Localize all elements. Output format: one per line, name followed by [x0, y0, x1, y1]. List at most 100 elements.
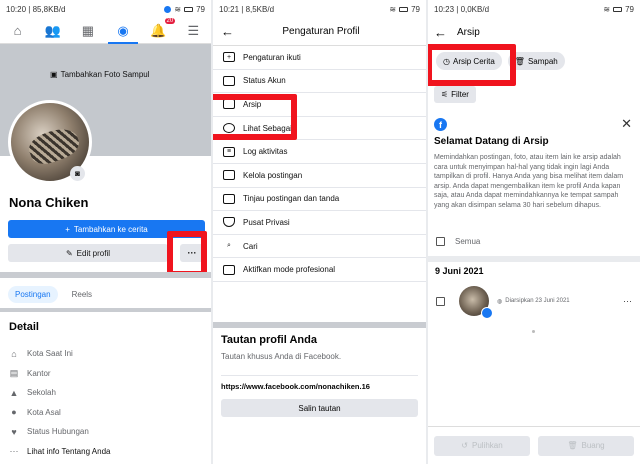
detail-item[interactable]: ··· Lihat info Tentang Anda — [9, 442, 111, 462]
more-icon: ··· — [9, 446, 19, 457]
cat-photo — [25, 123, 83, 169]
trash-pill[interactable]: 🗑 Sampah — [507, 52, 565, 70]
add-cover-button[interactable]: ▣ Tambahkan Foto Sampul — [50, 70, 150, 79]
story-more-icon[interactable]: ··· — [623, 296, 632, 306]
divider — [0, 308, 211, 312]
status-bar: 10:23 | 0,0KB/d ≋ 79 — [434, 4, 634, 14]
sliders-icon: ⚟ — [441, 90, 449, 99]
notifications-tab-icon[interactable]: 🔔 20 — [149, 17, 176, 40]
lock-icon — [223, 217, 235, 228]
back-arrow-icon[interactable]: ← — [434, 25, 447, 40]
status-time: 10:20 — [6, 4, 27, 14]
status-speed: 85,8KB/d — [32, 4, 66, 14]
welcome-card: f ✕ Selamat Datang di Arsip Memindahkan … — [434, 116, 634, 211]
detail-label: Kota Asal — [27, 407, 61, 417]
filter-label: Filter — [451, 90, 469, 99]
menu-item-review-tags[interactable]: Tinjau postingan dan tanda — [213, 188, 426, 212]
user-badge-icon — [481, 307, 493, 319]
restore-button[interactable]: ↺ Pulihkan — [434, 435, 530, 456]
detail-item[interactable]: ▤ Kantor — [9, 364, 110, 384]
detail-item[interactable]: ● Kota Asal — [9, 403, 110, 423]
menu-item-search[interactable]: ⌕ Cari — [213, 235, 426, 259]
menu-label: Tinjau postingan dan tanda — [243, 194, 340, 204]
menu-tab-icon[interactable]: ☰ — [184, 22, 202, 40]
menu-item-account-status[interactable]: Status Akun — [213, 70, 426, 94]
divider — [428, 256, 640, 262]
link-subtitle: Tautan khusus Anda di Facebook. — [221, 352, 342, 361]
header: ← Arsip — [428, 18, 640, 46]
tab-reels[interactable]: Reels — [72, 290, 92, 299]
menu-label: Aktifkan mode profesional — [243, 265, 336, 275]
menu-label: Kelola postingan — [243, 170, 303, 180]
wifi-icon: ≋ — [389, 4, 397, 14]
detail-label: Sekolah — [27, 388, 56, 398]
copy-link-button[interactable]: Salin tautan — [221, 399, 418, 417]
menu-item-professional-mode[interactable]: Aktifkan mode profesional — [213, 258, 426, 282]
detail-item[interactable]: ⌂ Kota Saat Ini — [9, 344, 110, 364]
image-icon: ▣ — [50, 70, 58, 79]
tab-posts[interactable]: Postingan — [8, 286, 58, 303]
posts-icon — [223, 170, 235, 181]
back-arrow-icon[interactable]: ← — [221, 24, 234, 39]
select-all-row[interactable]: Semua — [436, 237, 480, 246]
menu-item-activity-log[interactable]: ≡ Log aktivitas — [213, 140, 426, 164]
battery-level: 79 — [196, 4, 205, 14]
plus-square-icon: + — [223, 52, 235, 63]
filter-button[interactable]: ⚟ Filter — [434, 86, 476, 103]
marketplace-tab-icon[interactable]: ▦ — [79, 22, 97, 40]
story-thumbnail[interactable] — [459, 286, 493, 319]
account-status-icon — [223, 75, 235, 86]
wifi-icon: ≋ — [603, 4, 611, 14]
profile-settings-screen: 10:21 | 8,5KB/d ≋ 79 ← Pengaturan Profil … — [213, 0, 426, 464]
delete-button[interactable]: 🗑 Buang — [538, 435, 634, 456]
menu-label: Status Akun — [243, 76, 286, 86]
highlight-archive — [213, 94, 297, 140]
select-all-label: Semua — [455, 237, 481, 246]
battery-level: 79 — [625, 4, 634, 14]
close-icon[interactable]: ✕ — [621, 116, 632, 132]
archived-story-row[interactable]: ◍ Diarsipkan 23 Juni 2021 ··· — [436, 284, 632, 319]
page-title: Arsip — [457, 26, 480, 38]
trash-icon: 🗑 — [514, 56, 525, 66]
add-cover-label: Tambahkan Foto Sampul — [60, 70, 150, 79]
home-icon: ⌂ — [11, 348, 17, 359]
detail-label: Kantor — [27, 368, 51, 378]
select-all-checkbox[interactable] — [436, 237, 445, 246]
detail-label: Status Hubungan — [27, 427, 89, 437]
heart-icon: ♥ — [11, 426, 17, 437]
welcome-title: Selamat Datang di Arsip — [434, 136, 549, 147]
story-checkbox[interactable] — [436, 296, 445, 306]
detail-label: Kota Saat Ini — [27, 349, 73, 359]
delete-label: Buang — [581, 441, 605, 450]
list-icon: ≡ — [223, 146, 235, 157]
menu-item-manage-posts[interactable]: Kelola postingan — [213, 164, 426, 188]
profile-tabs: Postingan Reels — [8, 286, 92, 303]
battery-level: 79 — [411, 4, 420, 14]
menu-item-follow-settings[interactable]: + Pengaturan ikuti — [213, 46, 426, 70]
action-bar: ↺ Pulihkan 🗑 Buang — [428, 426, 640, 464]
edit-profile-button[interactable]: ✎ Edit profil — [8, 244, 168, 262]
detail-item[interactable]: ▲ Sekolah — [9, 383, 110, 403]
detail-item[interactable]: ♥ Status Hubungan — [9, 422, 110, 442]
avatar-camera-icon[interactable]: ◙ — [70, 166, 85, 181]
school-icon: ▲ — [9, 387, 19, 398]
settings-menu: + Pengaturan ikuti Status Akun Arsip Liha… — [213, 46, 426, 282]
status-bar: 10:21 | 8,5KB/d ≋ 79 — [219, 4, 420, 14]
edit-profile-label: Edit profil — [76, 248, 111, 258]
battery-icon — [184, 6, 194, 12]
facebook-logo-icon: f — [434, 118, 447, 131]
friends-tab-icon[interactable]: 👥 — [44, 22, 62, 40]
status-speed: 8,5KB/d — [245, 4, 275, 14]
trash-icon: 🗑 — [567, 441, 578, 450]
profile-tab-icon[interactable]: ◉ — [108, 22, 139, 44]
menu-item-privacy-center[interactable]: Pusat Privasi — [213, 211, 426, 235]
archive-date: 9 Juni 2021 — [435, 266, 484, 276]
home-tab-icon[interactable]: ⌂ — [9, 22, 27, 40]
profile-url: https://www.facebook.com/nonachiken.16 — [221, 375, 418, 391]
pill-label: Sampah — [527, 56, 558, 66]
detail-list: ⌂ Kota Saat Ini ▤ Kantor ▲ Sekolah ● Kota As… — [9, 344, 111, 462]
app-dot-icon — [164, 5, 172, 13]
menu-label: Cari — [243, 241, 258, 251]
briefcase-icon: ▤ — [9, 367, 19, 378]
add-story-label: Tambahkan ke cerita — [73, 224, 148, 234]
